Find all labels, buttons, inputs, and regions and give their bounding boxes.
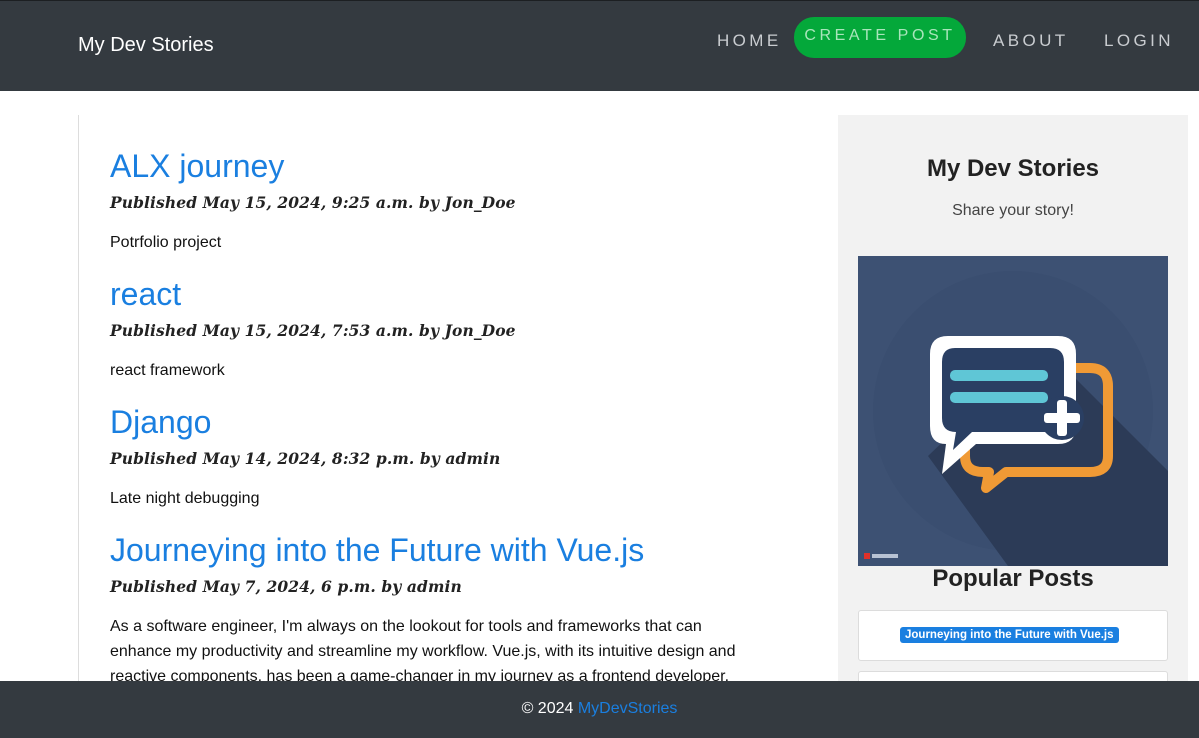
- footer: © 2024 MyDevStories: [0, 681, 1199, 738]
- nav-login-link[interactable]: LOGIN: [1104, 31, 1174, 51]
- post-item: ALX journey Published May 15, 2024, 9:25…: [110, 147, 760, 255]
- popular-post-link[interactable]: Journeying into the Future with Vue.js: [900, 627, 1119, 643]
- post-item: react Published May 15, 2024, 7:53 a.m. …: [110, 275, 760, 383]
- nav-home-link[interactable]: HOME: [717, 31, 782, 51]
- popular-post-card: Journeying into the Future with Vue.js: [858, 610, 1168, 661]
- create-post-button[interactable]: CREATE POST: [794, 17, 966, 58]
- post-excerpt: As a software engineer, I'm always on th…: [110, 618, 736, 685]
- top-navbar: My Dev Stories HOME CREATE POST ABOUT LO…: [0, 0, 1199, 91]
- post-excerpt: Potrfolio project: [110, 234, 222, 251]
- sidebar: My Dev Stories Share your story! Popular…: [838, 115, 1188, 722]
- footer-copyright: © 2024: [521, 700, 578, 717]
- post-meta: Published May 14, 2024, 8:32 p.m. by adm…: [110, 449, 501, 468]
- post-title-link[interactable]: Django: [110, 403, 760, 441]
- post-title-link[interactable]: ALX journey: [110, 147, 760, 185]
- sidebar-subtitle: Share your story!: [952, 202, 1074, 219]
- post-item: Journeying into the Future with Vue.js P…: [110, 531, 760, 685]
- popular-posts-heading: Popular Posts: [932, 565, 1094, 592]
- post-item: Django Published May 14, 2024, 8:32 p.m.…: [110, 403, 760, 511]
- sidebar-title: My Dev Stories: [926, 155, 1100, 182]
- post-meta: Published May 15, 2024, 9:25 a.m. by Jon…: [110, 193, 516, 212]
- post-list: ALX journey Published May 15, 2024, 9:25…: [78, 115, 778, 685]
- nav-about-link[interactable]: ABOUT: [993, 31, 1069, 51]
- post-meta: Published May 15, 2024, 7:53 a.m. by Jon…: [110, 321, 516, 340]
- post-title-link[interactable]: react: [110, 275, 760, 313]
- post-title-link[interactable]: Journeying into the Future with Vue.js: [110, 531, 760, 569]
- chat-bubble-plus-icon: [858, 256, 1168, 566]
- footer-site-link[interactable]: MyDevStories: [578, 700, 678, 717]
- post-excerpt: react framework: [110, 362, 225, 379]
- post-excerpt: Late night debugging: [110, 490, 260, 507]
- post-meta: Published May 7, 2024, 6 p.m. by admin: [110, 577, 462, 596]
- brand-link[interactable]: My Dev Stories: [78, 34, 214, 57]
